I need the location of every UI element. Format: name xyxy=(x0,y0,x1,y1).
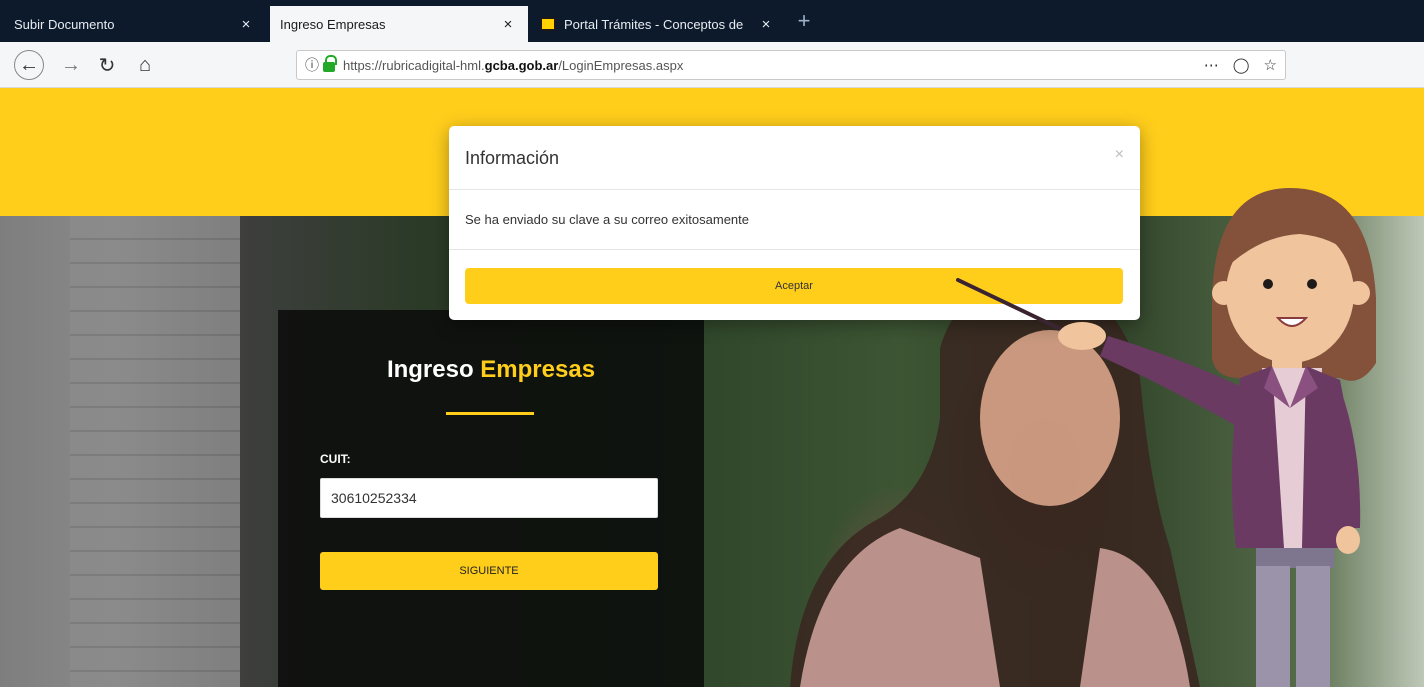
home-icon[interactable]: ⌂ xyxy=(130,50,160,80)
portal-favicon-icon xyxy=(540,17,556,31)
login-title: Ingreso Empresas xyxy=(278,356,704,384)
login-title-part2: Empresas xyxy=(480,356,596,383)
modal-message: Se ha enviado su clave a su correo exito… xyxy=(465,212,750,227)
tab-close-icon[interactable]: × xyxy=(498,16,518,33)
login-panel: Ingreso Empresas CUIT: SIGUIENTE xyxy=(278,310,704,687)
cuit-label: CUIT: xyxy=(320,452,351,466)
tab-subir-documento[interactable]: Subir Documento × xyxy=(4,6,266,42)
tab-close-icon[interactable]: × xyxy=(756,16,776,33)
url-prefix: https://rubricadigital-hml. xyxy=(343,57,485,73)
tab-label: Ingreso Empresas xyxy=(280,16,386,32)
pocket-icon[interactable]: ◯ xyxy=(1233,56,1250,74)
back-arrow-icon[interactable]: ← xyxy=(14,50,44,80)
background-pillar xyxy=(70,216,240,687)
lock-icon[interactable] xyxy=(323,55,337,72)
address-bar[interactable]: ⓘ https://rubricadigital-hml.gcba.gob.ar… xyxy=(296,50,1286,80)
tab-close-icon[interactable]: × xyxy=(236,16,256,33)
modal-title: Información xyxy=(465,148,560,168)
login-title-part1: Ingreso xyxy=(386,356,474,383)
modal-body: Se ha enviado su clave a su correo exito… xyxy=(449,190,1140,250)
tab-portal-tramites[interactable]: Portal Trámites - Conceptos de × xyxy=(530,6,786,42)
tab-ingreso-empresas[interactable]: Ingreso Empresas × xyxy=(270,6,528,42)
title-underline xyxy=(446,412,534,415)
url-text: https://rubricadigital-hml.gcba.gob.ar/L… xyxy=(343,58,1190,73)
siguiente-button[interactable]: SIGUIENTE xyxy=(320,552,658,590)
forward-arrow-icon[interactable]: → xyxy=(56,50,86,80)
aceptar-button[interactable]: Aceptar xyxy=(465,268,1123,304)
tab-label: Portal Trámites - Conceptos de xyxy=(564,16,744,32)
info-modal: Información × Se ha enviado su clave a s… xyxy=(449,126,1140,320)
browser-nav-bar: ← → ↻ ⌂ ⓘ https://rubricadigital-hml.gcb… xyxy=(0,42,1424,88)
url-path: /LoginEmpresas.aspx xyxy=(558,57,684,73)
page-content: Ingreso Empresas CUIT: SIGUIENTE Informa… xyxy=(0,88,1424,687)
url-domain: gcba.gob.ar xyxy=(484,57,559,73)
close-icon[interactable]: × xyxy=(1115,146,1124,164)
new-tab-icon[interactable]: + xyxy=(792,10,816,34)
info-icon[interactable]: ⓘ xyxy=(305,55,319,75)
more-actions-icon[interactable]: ⋯ xyxy=(1204,56,1219,74)
tab-label: Subir Documento xyxy=(14,16,115,32)
cuit-input[interactable] xyxy=(320,478,658,518)
bookmark-star-icon[interactable]: ☆ xyxy=(1264,56,1277,74)
modal-header: Información × xyxy=(449,126,1140,190)
browser-tab-bar: Subir Documento × Ingreso Empresas × Por… xyxy=(0,0,1424,42)
reload-icon[interactable]: ↻ xyxy=(92,50,122,80)
